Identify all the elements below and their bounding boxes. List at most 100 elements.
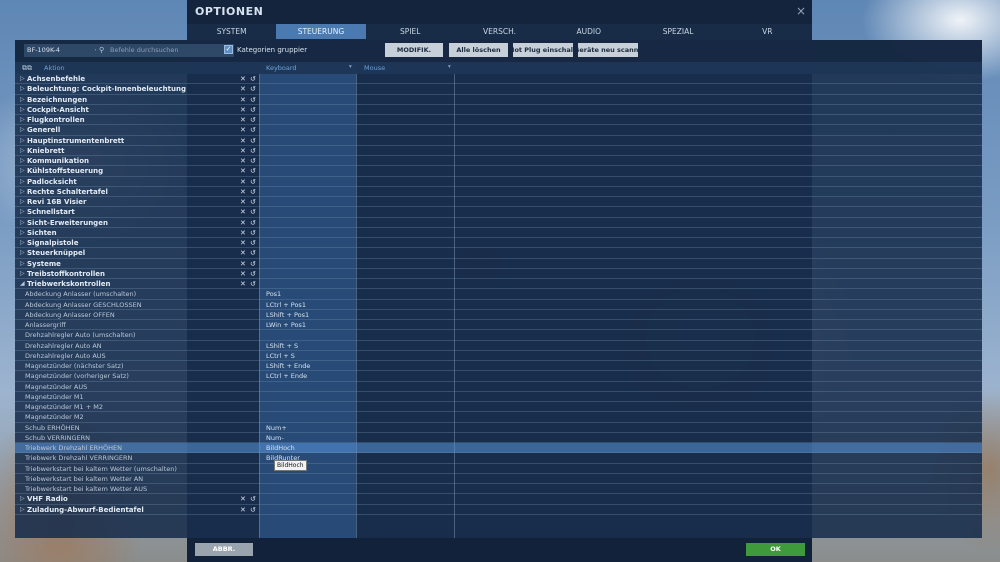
collapsed-triangle-icon[interactable]: ▷ bbox=[20, 187, 25, 197]
category-row[interactable]: ▷ Rechte Schaltertafel ✕ ↺ bbox=[15, 187, 982, 197]
clear-category-icon[interactable]: ✕ bbox=[240, 248, 246, 258]
table-row[interactable]: Magnetzünder (nächster Satz) LShift + End… bbox=[15, 361, 982, 372]
tab-audio[interactable]: AUDIO bbox=[544, 24, 633, 39]
category-row[interactable]: ▷ Sicht-Erweiterungen ✕ ↺ bbox=[15, 218, 982, 228]
category-row[interactable]: ▷ Signalpistole ✕ ↺ bbox=[15, 238, 982, 249]
reset-category-icon[interactable]: ↺ bbox=[250, 207, 256, 217]
category-row[interactable]: ▷ Beleuchtung: Cockpit-Innenbeleuchtung ✕ ↺ bbox=[15, 84, 982, 95]
category-row[interactable]: ▷ Flugkontrollen ✕ ↺ bbox=[15, 115, 982, 126]
table-row[interactable]: Magnetzünder (vorheriger Satz) LCtrl + En… bbox=[15, 371, 982, 382]
category-row[interactable]: ▷ Zuladung-Abwurf-Bedientafel ✕ ↺ bbox=[15, 505, 982, 515]
table-row[interactable]: Magnetzünder AUS bbox=[15, 382, 982, 392]
collapsed-triangle-icon[interactable]: ▷ bbox=[20, 95, 25, 105]
reset-category-icon[interactable]: ↺ bbox=[250, 238, 256, 248]
clear-category-icon[interactable]: ✕ bbox=[240, 166, 246, 176]
reset-category-icon[interactable]: ↺ bbox=[250, 156, 256, 166]
reset-category-icon[interactable]: ↺ bbox=[250, 494, 256, 504]
collapsed-triangle-icon[interactable]: ▷ bbox=[20, 238, 25, 248]
aircraft-select[interactable]: BF-109K-4 ▾ bbox=[24, 44, 101, 57]
clear-category-icon[interactable]: ✕ bbox=[240, 136, 246, 146]
collapsed-triangle-icon[interactable]: ▷ bbox=[20, 494, 25, 504]
keyboard-binding-cell[interactable]: Num- bbox=[266, 433, 284, 443]
keyboard-binding-cell[interactable]: LCtrl + Ende bbox=[266, 371, 307, 381]
reset-category-icon[interactable]: ↺ bbox=[250, 84, 256, 94]
table-row[interactable]: Triebwerkstart bei kaltem Wetter AUS bbox=[15, 484, 982, 495]
tab-vr[interactable]: VR bbox=[723, 24, 812, 39]
keyboard-binding-cell[interactable]: Num+ bbox=[266, 423, 287, 433]
category-row[interactable]: ▷ Revi 16B Visier ✕ ↺ bbox=[15, 197, 982, 208]
clear-category-icon[interactable]: ✕ bbox=[240, 187, 246, 197]
table-row[interactable]: Anlassergriff LWin + Pos1 bbox=[15, 320, 982, 331]
modifiers-button[interactable]: MODIFIK. bbox=[385, 43, 443, 57]
rescan-devices-button[interactable]: Geräte neu scannen bbox=[578, 43, 638, 57]
collapsed-triangle-icon[interactable]: ▷ bbox=[20, 248, 25, 258]
table-row[interactable]: Schub ERHÖHEN Num+ bbox=[15, 423, 982, 433]
clear-category-icon[interactable]: ✕ bbox=[240, 125, 246, 135]
tab-spiel[interactable]: SPIEL bbox=[366, 24, 455, 39]
collapsed-triangle-icon[interactable]: ▷ bbox=[20, 207, 25, 217]
reset-category-icon[interactable]: ↺ bbox=[250, 177, 256, 187]
table-row[interactable]: Magnetzünder M2 bbox=[15, 412, 982, 423]
column-action-header[interactable]: Aktion bbox=[44, 64, 65, 72]
collapsed-triangle-icon[interactable]: ▷ bbox=[20, 74, 25, 84]
reset-category-icon[interactable]: ↺ bbox=[250, 505, 256, 515]
clear-category-icon[interactable]: ✕ bbox=[240, 207, 246, 217]
table-row[interactable]: Triebwerkstart bei kaltem Wetter AN bbox=[15, 474, 982, 484]
clear-category-icon[interactable]: ✕ bbox=[240, 105, 246, 115]
table-row[interactable]: Drehzahlregler Auto AUS LCtrl + S bbox=[15, 351, 982, 361]
collapsed-triangle-icon[interactable]: ▷ bbox=[20, 228, 25, 238]
collapsed-triangle-icon[interactable]: ▷ bbox=[20, 125, 25, 135]
collapsed-triangle-icon[interactable]: ▷ bbox=[20, 115, 25, 125]
category-row[interactable]: ▷ VHF Radio ✕ ↺ bbox=[15, 494, 982, 505]
table-row[interactable]: Magnetzünder M1 bbox=[15, 392, 982, 402]
reset-category-icon[interactable]: ↺ bbox=[250, 279, 256, 289]
table-row[interactable]: Abdeckung Anlasser OFFEN LShift + Pos1 bbox=[15, 310, 982, 320]
category-row[interactable]: ▷ Systeme ✕ ↺ bbox=[15, 259, 982, 269]
table-row[interactable]: Drehzahlregler Auto (umschalten) bbox=[15, 330, 982, 341]
category-row[interactable]: ▷ Kühlstoffsteuerung ✕ ↺ bbox=[15, 166, 982, 177]
reset-category-icon[interactable]: ↺ bbox=[250, 218, 256, 228]
tab-spezial[interactable]: SPEZIAL bbox=[633, 24, 722, 39]
collapsed-triangle-icon[interactable]: ▷ bbox=[20, 259, 25, 269]
reset-category-icon[interactable]: ↺ bbox=[250, 259, 256, 269]
clear-category-icon[interactable]: ✕ bbox=[240, 84, 246, 94]
table-row[interactable]: Magnetzünder M1 + M2 bbox=[15, 402, 982, 413]
keyboard-binding-cell[interactable]: LCtrl + S bbox=[266, 351, 295, 361]
clear-category-icon[interactable]: ✕ bbox=[240, 259, 246, 269]
clear-category-icon[interactable]: ✕ bbox=[240, 269, 246, 279]
table-row[interactable]: Abdeckung Anlasser GESCHLOSSEN LCtrl + Po… bbox=[15, 300, 982, 310]
collapsed-triangle-icon[interactable]: ▷ bbox=[20, 105, 25, 115]
reset-category-icon[interactable]: ↺ bbox=[250, 125, 256, 135]
keyboard-binding-cell[interactable]: BildHoch bbox=[266, 443, 295, 453]
keyboard-binding-cell[interactable]: LShift + Ende bbox=[266, 361, 310, 371]
tab-versch[interactable]: VERSCH. bbox=[455, 24, 544, 39]
clear-category-icon[interactable]: ✕ bbox=[240, 74, 246, 84]
collapsed-triangle-icon[interactable]: ▷ bbox=[20, 136, 25, 146]
category-row[interactable]: ▷ Padlocksicht ✕ ↺ bbox=[15, 177, 982, 187]
collapsed-triangle-icon[interactable]: ▷ bbox=[20, 197, 25, 207]
reset-category-icon[interactable]: ↺ bbox=[250, 228, 256, 238]
keyboard-binding-cell[interactable]: Pos1 bbox=[266, 289, 281, 299]
keyboard-binding-cell[interactable]: LWin + Pos1 bbox=[266, 320, 306, 330]
category-row[interactable]: ▷ Bezeichnungen ✕ ↺ bbox=[15, 95, 982, 105]
hotplug-button[interactable]: Hot Plug einschalten bbox=[513, 43, 573, 57]
clear-category-icon[interactable]: ✕ bbox=[240, 279, 246, 289]
category-row[interactable]: ▷ Schnellstart ✕ ↺ bbox=[15, 207, 982, 218]
clear-all-button[interactable]: Alle löschen bbox=[449, 43, 508, 57]
category-row[interactable]: ▷ Treibstoffkontrollen ✕ ↺ bbox=[15, 269, 982, 279]
column-mouse-header[interactable]: Mouse bbox=[364, 64, 385, 72]
category-row[interactable]: ▷ Kniebrett ✕ ↺ bbox=[15, 146, 982, 156]
close-icon[interactable]: × bbox=[796, 4, 806, 18]
chevron-down-icon[interactable]: ▾ bbox=[448, 64, 451, 70]
chevron-down-icon[interactable]: ▾ bbox=[349, 64, 352, 70]
reset-category-icon[interactable]: ↺ bbox=[250, 95, 256, 105]
clear-category-icon[interactable]: ✕ bbox=[240, 494, 246, 504]
clear-category-icon[interactable]: ✕ bbox=[240, 156, 246, 166]
table-row[interactable]: Triebwerkstart bei kaltem Wetter (umscha… bbox=[15, 464, 982, 474]
table-row[interactable]: Triebwerk Drehzahl ERHÖHEN BildHoch bbox=[15, 443, 982, 454]
reset-category-icon[interactable]: ↺ bbox=[250, 146, 256, 156]
keyboard-binding-cell[interactable]: LShift + S bbox=[266, 341, 298, 351]
clear-category-icon[interactable]: ✕ bbox=[240, 228, 246, 238]
clear-category-icon[interactable]: ✕ bbox=[240, 115, 246, 125]
reset-category-icon[interactable]: ↺ bbox=[250, 269, 256, 279]
